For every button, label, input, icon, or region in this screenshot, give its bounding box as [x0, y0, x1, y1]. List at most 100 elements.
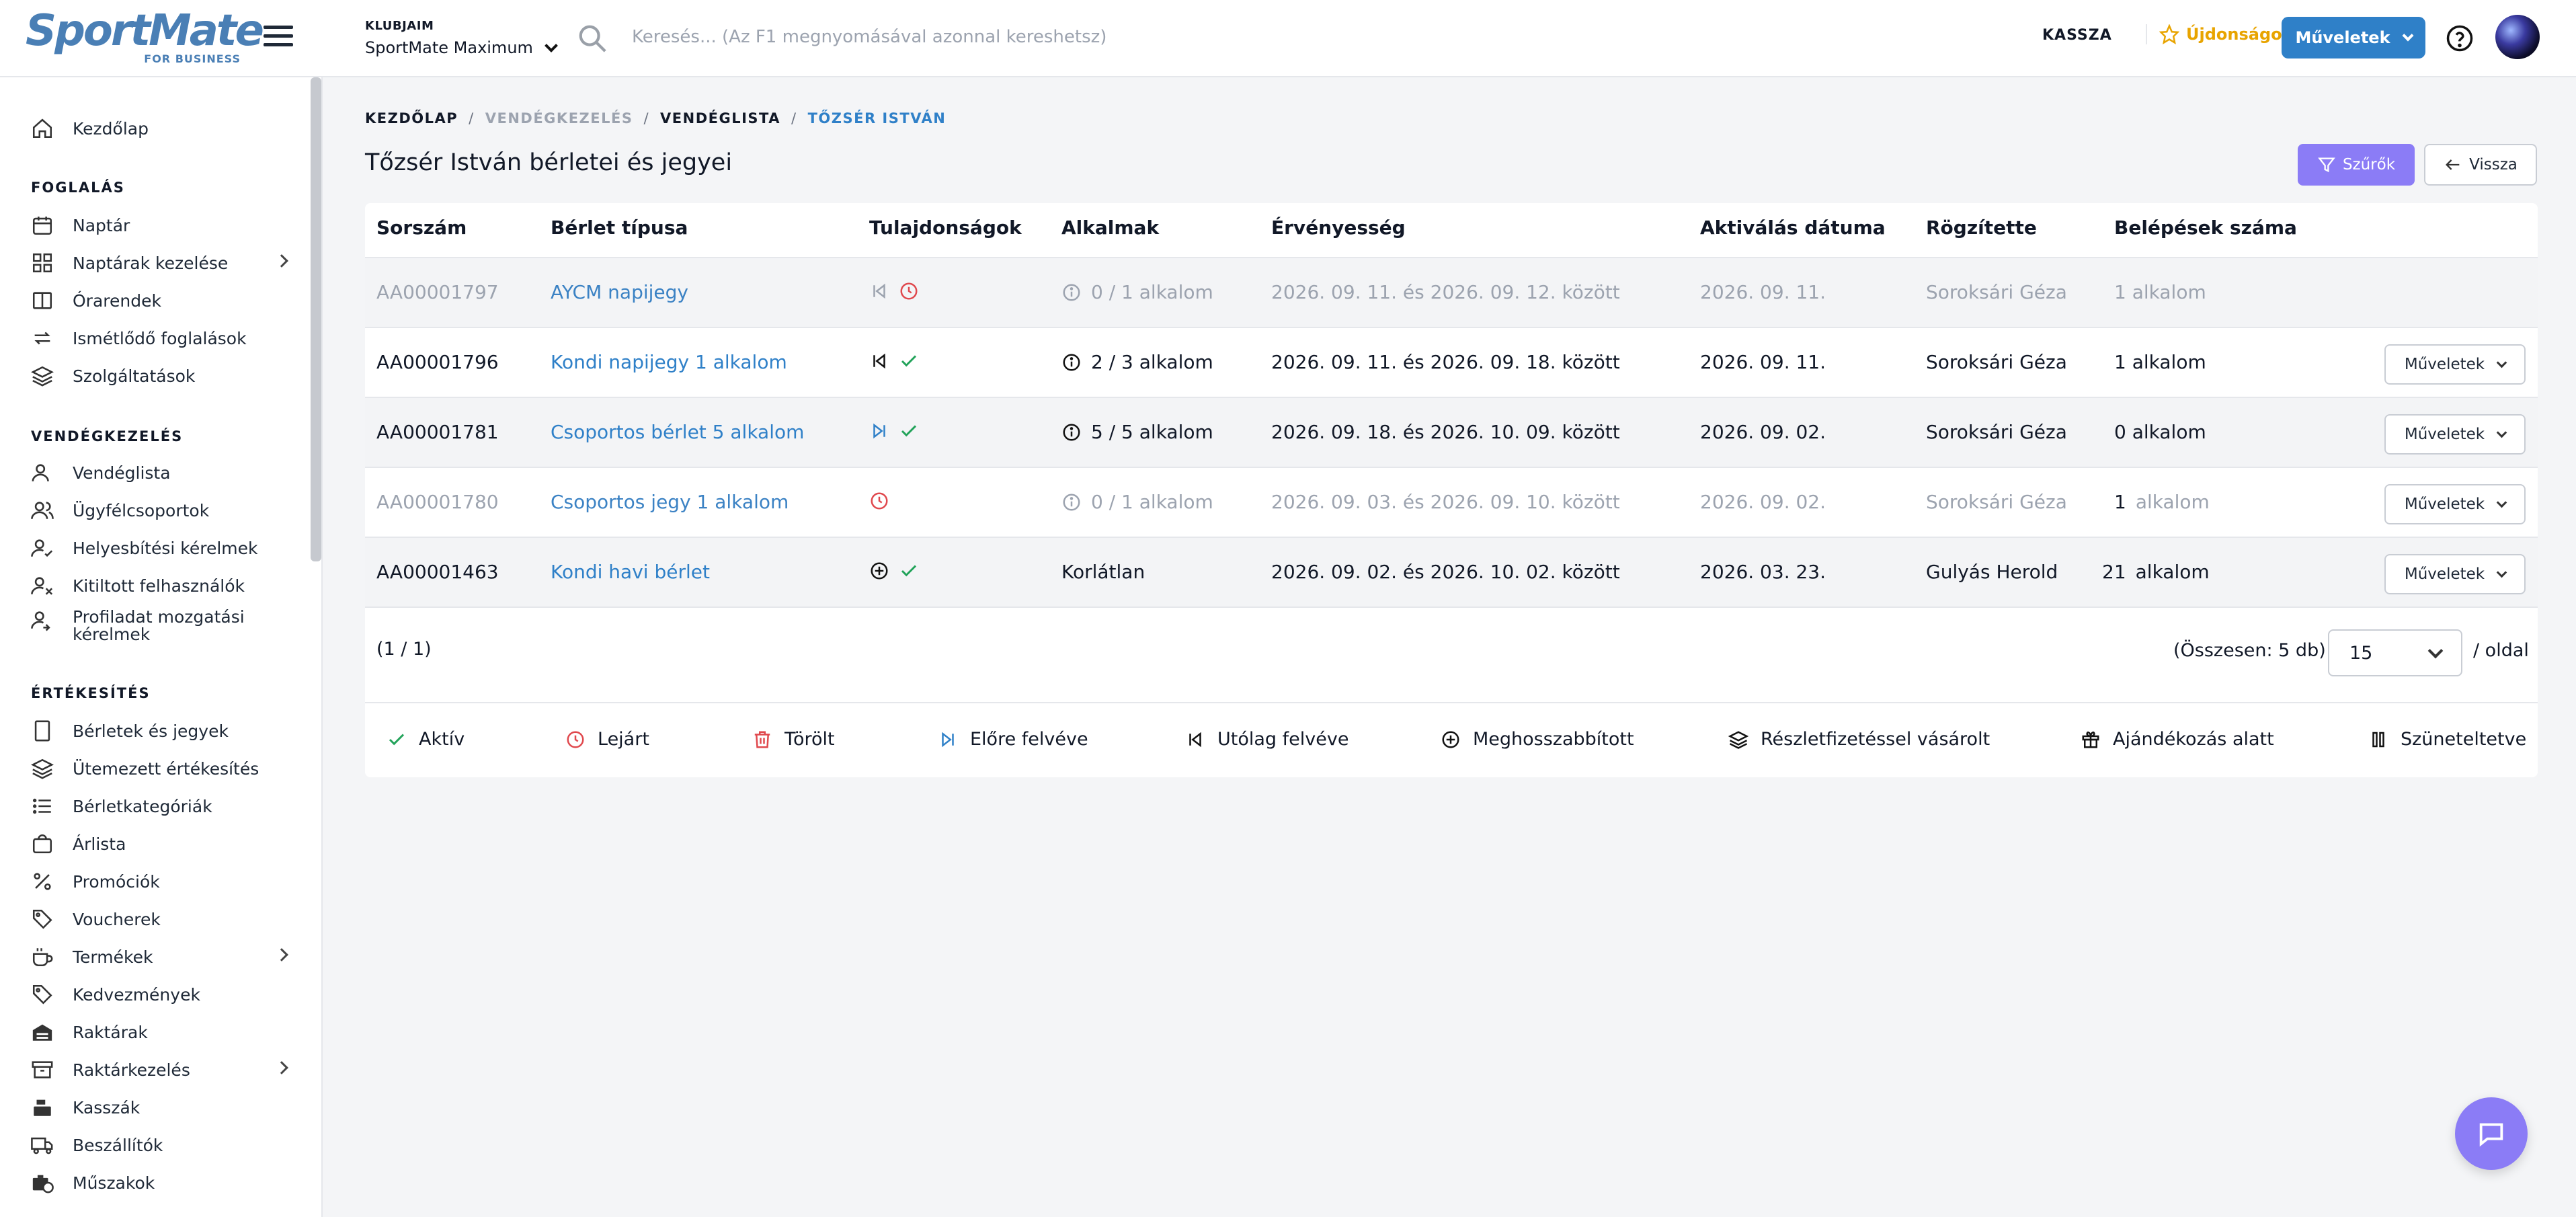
calendar-icon: [32, 217, 52, 235]
gift-icon: [2082, 731, 2099, 748]
news-link[interactable]: Újdonságok: [2146, 24, 2293, 44]
sidebar-item-discounts[interactable]: Kedvezmények: [31, 980, 286, 1009]
repeat-icon: [34, 331, 50, 345]
sidebar-item-client-groups[interactable]: Ügyfélcsoportok: [31, 496, 286, 525]
sidebar-item-scheduled-sales[interactable]: Ütemezett értékesítés: [31, 754, 286, 783]
breadcrumb-guests[interactable]: VENDÉGKEZELÉS: [485, 110, 633, 126]
sidebar-item-products[interactable]: Termékek: [31, 942, 288, 972]
sidebar-item-stock-management[interactable]: Raktárkezelés: [31, 1055, 288, 1085]
logo[interactable]: SportMate FOR BUSINESS: [26, 6, 264, 67]
sidebar-section-booking: FOGLALÁS: [31, 180, 125, 196]
sidebar-item-calendar[interactable]: Naptár: [31, 210, 286, 240]
back-button[interactable]: Vissza: [2424, 144, 2537, 186]
row-actions-button[interactable]: Műveletek: [2384, 484, 2526, 524]
pass-type-link[interactable]: Kondi havi bérlet: [551, 561, 710, 583]
pass-type-link[interactable]: AYCM napijegy: [551, 281, 688, 303]
table-header: Sorszám Bérlet típusa Tulajdonságok Alka…: [365, 203, 2538, 258]
row-actions-button[interactable]: Műveletek: [2384, 554, 2526, 594]
col-header-activation[interactable]: Aktiválás dátuma: [1700, 217, 1886, 239]
backdated-icon: [873, 353, 885, 369]
chevron-right-icon: [275, 1061, 288, 1074]
sidebar-item-price-list[interactable]: Árlista: [31, 829, 286, 859]
warehouse-icon: [32, 1024, 52, 1041]
prerecorded-icon: [873, 423, 885, 439]
legend-gift: Ajándékozás alatt: [2081, 729, 2274, 750]
legend-prerecorded: Előre felvéve: [938, 729, 1088, 750]
col-header-properties[interactable]: Tulajdonságok: [869, 217, 1022, 239]
check-icon: [389, 733, 405, 745]
percent-icon: [34, 873, 51, 890]
chevron-down-icon: [2496, 567, 2507, 578]
legend-backdated: Utólag felvéve: [1185, 729, 1349, 750]
total-count: (Összesen: 5 db): [2173, 640, 2326, 661]
sidebar-item-warehouses[interactable]: Raktárak: [31, 1017, 286, 1047]
sidebar-item-correction-requests[interactable]: Helyesbítési kérelmek: [31, 533, 286, 563]
sidebar-item-home[interactable]: Kezdőlap: [31, 114, 286, 143]
row-actions-button[interactable]: Műveletek: [2384, 344, 2526, 385]
tag-icon: [32, 984, 52, 1005]
sidebar-item-promotions[interactable]: Promóciók: [31, 867, 286, 896]
row-actions-button[interactable]: Műveletek: [2384, 414, 2526, 455]
pass-type-link[interactable]: Csoportos jegy 1 alkalom: [551, 491, 789, 513]
avatar[interactable]: [2495, 15, 2540, 59]
sidebar-scrollbar[interactable]: [311, 77, 321, 561]
header-actions-button[interactable]: Műveletek: [2282, 17, 2425, 58]
col-header-validity[interactable]: Érvényesség: [1271, 217, 1406, 239]
users-icon: [31, 502, 54, 519]
prerecorded-icon: [942, 732, 954, 747]
user-check-icon: [31, 539, 53, 557]
table-row[interactable]: AA00001797 AYCM napijegy 0 / 1 alkalom 2…: [365, 258, 2538, 328]
sidebar-item-recurring-bookings[interactable]: Ismétlődő foglalások: [31, 323, 286, 353]
check-icon: [901, 355, 917, 367]
logo-subtitle: FOR BUSINESS: [144, 52, 241, 65]
legend-deleted: Törölt: [752, 729, 835, 750]
legend-paused: Szüneteltetve: [2368, 729, 2526, 750]
club-selector[interactable]: KLUBJAIM SportMate Maximum: [365, 19, 558, 57]
chat-button[interactable]: [2455, 1097, 2528, 1170]
sidebar-item-suppliers[interactable]: Beszállítók: [31, 1130, 286, 1160]
kassza-link[interactable]: KASSZA: [2042, 27, 2112, 44]
table-row[interactable]: AA00001780 Csoportos jegy 1 alkalom 0 / …: [365, 468, 2538, 538]
sidebar-item-manage-calendars[interactable]: Naptárak kezelése: [31, 248, 288, 278]
col-header-occasions[interactable]: Alkalmak: [1061, 217, 1159, 239]
col-header-type[interactable]: Bérlet típusa: [551, 217, 688, 239]
filter-button[interactable]: Szűrők: [2298, 144, 2415, 186]
search-icon[interactable]: [577, 23, 608, 54]
table-row[interactable]: AA00001796 Kondi napijegy 1 alkalom 2 / …: [365, 328, 2538, 398]
logo-text: SportMate: [26, 6, 264, 56]
sidebar-item-services[interactable]: Szolgáltatások: [31, 361, 286, 391]
breadcrumb-guest-list[interactable]: VENDÉGLISTA: [660, 110, 780, 126]
pagination-info: (1 / 1): [376, 639, 432, 660]
check-icon: [901, 565, 917, 577]
legend-expired: Lejárt: [565, 729, 649, 750]
col-header-id[interactable]: Sorszám: [376, 217, 467, 239]
chevron-down-icon: [2496, 357, 2507, 368]
breadcrumb-home[interactable]: KEZDŐLAP: [365, 110, 458, 126]
menu-toggle-icon[interactable]: [264, 26, 293, 50]
pause-icon: [2372, 732, 2384, 747]
table-row[interactable]: AA00001781 Csoportos bérlet 5 alkalom 5 …: [365, 398, 2538, 468]
pass-type-link[interactable]: Kondi napijegy 1 alkalom: [551, 351, 787, 373]
backdated-icon: [1189, 732, 1201, 747]
per-page-select[interactable]: 15: [2328, 629, 2462, 676]
sidebar-item-banned-users[interactable]: Kitiltott felhasználók: [31, 571, 286, 600]
sidebar-item-shifts[interactable]: Műszakok: [31, 1168, 286, 1198]
table-row[interactable]: AA00001463 Kondi havi bérlet Korlátlan 2…: [365, 538, 2538, 608]
extended-icon: [871, 562, 888, 580]
sidebar-item-timetables[interactable]: Órarendek: [31, 286, 286, 315]
sidebar-item-profile-data-requests[interactable]: Profiladat mozgatási kérelmek: [31, 608, 286, 649]
pass-type-link[interactable]: Csoportos bérlet 5 alkalom: [551, 421, 804, 443]
shopping-bag-icon: [32, 834, 52, 854]
sidebar-item-vouchers[interactable]: Voucherek: [31, 904, 286, 934]
sidebar-item-registers[interactable]: Kasszák: [31, 1093, 286, 1122]
sidebar-item-passes[interactable]: Bérletek és jegyek: [31, 716, 286, 746]
sidebar-item-pass-categories[interactable]: Bérletkategóriák: [31, 791, 286, 821]
help-icon[interactable]: [2446, 24, 2474, 52]
col-header-entries[interactable]: Belépések száma: [2114, 217, 2297, 239]
sidebar-section-sales: ÉRTÉKESÍTÉS: [31, 685, 151, 701]
search-input[interactable]: [632, 20, 1573, 54]
coffee-icon: [32, 948, 53, 967]
sidebar-item-guest-list[interactable]: Vendéglista: [31, 458, 286, 487]
info-icon: [1063, 284, 1080, 301]
col-header-recorded-by[interactable]: Rögzítette: [1926, 217, 2037, 239]
